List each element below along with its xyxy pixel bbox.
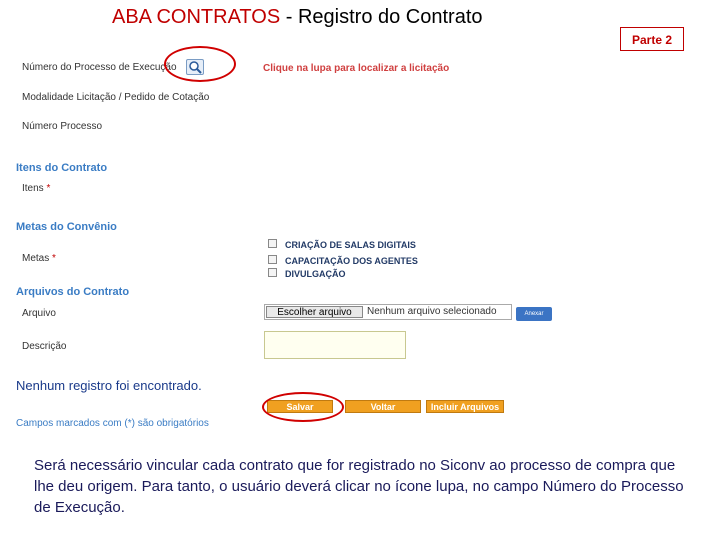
required-note: Campos marcados com (*) são obrigatórios	[16, 418, 209, 429]
lupa-hint: Clique na lupa para localizar a licitaçã…	[263, 63, 450, 74]
metas-label: Metas *	[22, 253, 56, 264]
descricao-label: Descrição	[22, 341, 67, 352]
descricao-textarea[interactable]	[264, 331, 406, 359]
itens-label: Itens *	[22, 183, 50, 194]
itens-label-text: Itens	[22, 183, 44, 194]
highlight-circle-search	[164, 46, 236, 82]
processo-execucao-label: Número do Processo de Execução	[22, 62, 177, 73]
metas-label-text: Metas	[22, 253, 50, 264]
meta-option-1: CRIAÇÃO DE SALAS DIGITAIS	[285, 240, 416, 250]
title-rest: - Registro do Contrato	[285, 6, 483, 28]
numero-processo-label: Número Processo	[22, 121, 103, 132]
no-file-text: Nenhum arquivo selecionado	[367, 306, 497, 317]
highlight-circle-salvar	[262, 392, 344, 422]
part-badge: Parte 2	[620, 27, 684, 51]
arquivos-section-title: Arquivos do Contrato	[16, 286, 130, 298]
anexar-button[interactable]: Anexar	[516, 307, 552, 321]
empty-message: Nenhum registro foi encontrado.	[16, 378, 202, 393]
meta-checkbox-2[interactable]	[268, 255, 277, 264]
title-highlight: ABA CONTRATOS	[112, 6, 286, 28]
arquivo-label: Arquivo	[22, 308, 56, 319]
meta-option-2: CAPACITAÇÃO DOS AGENTES	[285, 256, 418, 266]
voltar-button[interactable]: Voltar	[345, 400, 421, 413]
required-mark: *	[52, 253, 56, 264]
itens-section-title: Itens do Contrato	[16, 162, 108, 174]
meta-checkbox-3[interactable]	[268, 268, 277, 277]
meta-option-3: DIVULGAÇÃO	[285, 269, 346, 279]
choose-file-button[interactable]: Escolher arquivo	[266, 306, 363, 318]
required-mark: *	[46, 183, 51, 194]
meta-checkbox-1[interactable]	[268, 239, 277, 248]
metas-section-title: Metas do Convênio	[16, 221, 117, 233]
modalidade-label: Modalidade Licitação / Pedido de Cotação	[22, 92, 210, 103]
slide-title: ABA CONTRATOS - Registro do Contrato	[112, 6, 483, 29]
incluir-arquivos-button[interactable]: Incluir Arquivos	[426, 400, 504, 413]
explanation-text: Será necessário vincular cada contrato q…	[34, 457, 684, 516]
